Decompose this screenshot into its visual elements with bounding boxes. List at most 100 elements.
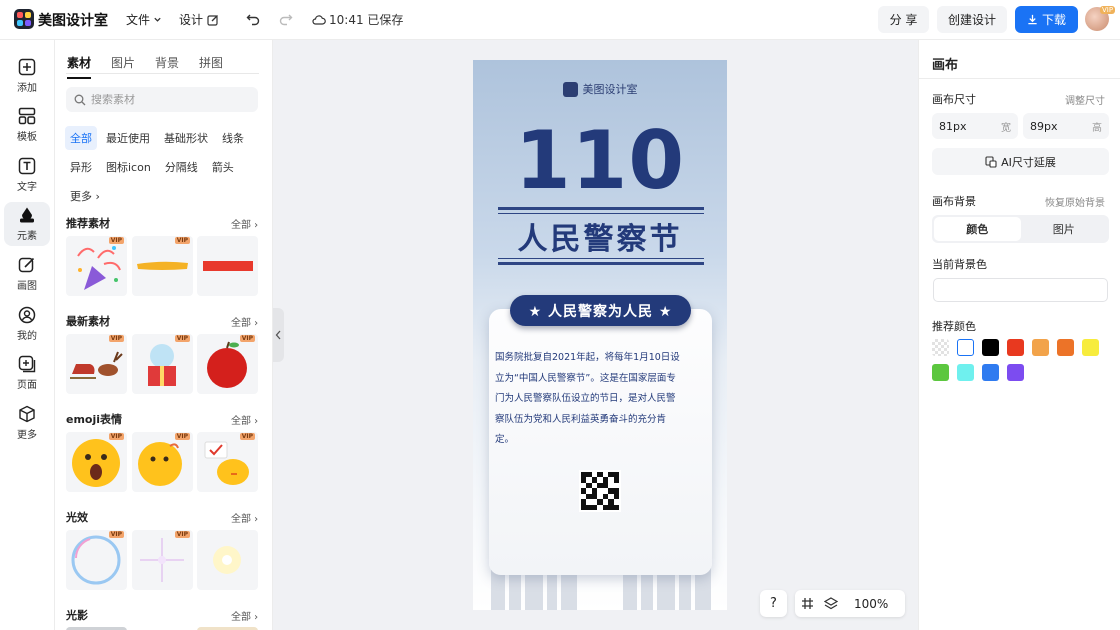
rail-item-add[interactable]: 添加 [4, 54, 50, 98]
swatch-transparent[interactable] [932, 339, 949, 356]
app-logo[interactable] [14, 9, 34, 29]
collapse-panel-button[interactable] [273, 308, 284, 362]
chip-lines[interactable]: 线条 [217, 126, 249, 150]
poster-rule-top [498, 207, 704, 210]
poster-canvas[interactable]: 美图设计室 110 人民警察节 ★ 人民警察为人民 ★ 国务院批复自2021年起… [473, 60, 727, 610]
redo-button[interactable] [276, 9, 296, 29]
rail-item-pages[interactable]: 页面 [4, 351, 50, 395]
asset-thumb-sparkle[interactable]: VIP [132, 530, 193, 590]
help-button[interactable]: ? [760, 590, 787, 617]
asset-thumb-thinking-emoji[interactable]: VIP [132, 432, 193, 492]
poster-body-text[interactable]: 国务院批复自2021年起，将每年1月10日设立为“中国人民警察节”。这是在国家层… [495, 348, 683, 451]
resize-link[interactable]: 调整尺寸 [1049, 92, 1105, 107]
section-see-all-link[interactable]: 全部 › [231, 608, 258, 623]
chip-basic-shapes[interactable]: 基础形状 [159, 126, 213, 150]
redo-icon [279, 14, 293, 26]
tab-materials[interactable]: 素材 [67, 54, 92, 79]
poster-title[interactable]: 人民警察节 [473, 214, 727, 258]
rail-item-elements[interactable]: 元素 [4, 202, 50, 246]
swatch-cyan[interactable] [957, 364, 974, 381]
tabs-divider [66, 73, 259, 74]
swatch-light-orange[interactable] [1032, 339, 1049, 356]
swatch-blue[interactable] [982, 364, 999, 381]
seg-image[interactable]: 图片 [1021, 217, 1108, 241]
ai-resize-icon [985, 155, 997, 168]
asset-thumb-scared-emoji[interactable]: VIP [66, 432, 127, 492]
swatch-white[interactable] [957, 339, 974, 356]
search-box[interactable] [66, 87, 258, 112]
share-button[interactable]: 分 享 [878, 6, 929, 33]
poster-brand[interactable]: 美图设计室 [473, 81, 727, 97]
section-see-all-link[interactable]: 全部 › [231, 412, 258, 427]
rail-item-more[interactable]: 更多 [4, 401, 50, 445]
asset-thumb-party-popper[interactable]: VIP [66, 236, 127, 296]
search-input[interactable] [91, 93, 251, 106]
height-field[interactable]: 89px 高 [1023, 113, 1109, 139]
vip-badge: VIP [108, 531, 124, 538]
section-see-all-link[interactable]: 全部 › [231, 314, 258, 329]
asset-thumb-glow[interactable] [197, 530, 258, 590]
tab-collage[interactable]: 拼图 [199, 54, 223, 79]
tab-backgrounds[interactable]: 背景 [155, 54, 179, 79]
swatch-green[interactable] [932, 364, 949, 381]
user-icon [18, 306, 36, 324]
thinking-emoji-image [138, 442, 182, 486]
app-name[interactable]: 美图设计室 [38, 10, 108, 30]
zoom-level[interactable]: 100% [854, 597, 888, 611]
asset-thumb-red-bar[interactable] [197, 236, 258, 296]
chip-icons[interactable]: 图标icon [101, 155, 156, 179]
section-see-all-link[interactable]: 全部 › [231, 510, 258, 525]
create-design-button[interactable]: 创建设计 [937, 6, 1007, 33]
asset-thumb-snow-globe-gift[interactable]: VIP [132, 334, 193, 394]
swatch-purple[interactable] [1007, 364, 1024, 381]
left-rail: 添加 模板 文字 元素 画图 我的 页面 更多 [0, 40, 55, 630]
ai-resize-button[interactable]: AI尺寸延展 [932, 148, 1109, 175]
rail-item-draw[interactable]: 画图 [4, 252, 50, 296]
poster-rule-bottom [498, 262, 704, 265]
layers-icon[interactable] [824, 597, 838, 610]
asset-thumb-bubble[interactable]: VIP [66, 530, 127, 590]
template-icon [18, 107, 36, 125]
width-field[interactable]: 81px 宽 [932, 113, 1018, 139]
asset-thumb-red-apple[interactable]: VIP [197, 334, 258, 394]
poster-slogan-pill[interactable]: ★ 人民警察为人民 ★ [510, 295, 691, 326]
swatch-red[interactable] [1007, 339, 1024, 356]
canvas-bg-label: 画布背景 [932, 195, 976, 208]
properties-panel: 画布 画布尺寸 调整尺寸 81px 宽 89px 高 AI尺寸延展 画布背景 恢… [918, 40, 1120, 630]
file-menu-label: 文件 [126, 13, 151, 27]
current-bg-color-swatch[interactable] [933, 278, 1108, 302]
chip-arrows[interactable]: 箭头 [207, 155, 239, 179]
restore-bg-link[interactable]: 恢复原始背景 [1037, 194, 1105, 209]
rail-label: 添加 [17, 83, 37, 94]
swatch-yellow[interactable] [1082, 339, 1099, 356]
grid-icon[interactable] [801, 597, 814, 610]
rail-label: 页面 [17, 380, 37, 391]
rail-item-mine[interactable]: 我的 [4, 302, 50, 346]
download-icon [1028, 14, 1037, 25]
download-button[interactable]: 下载 [1015, 6, 1078, 33]
asset-thumb-chick-emoji[interactable]: VIP [197, 432, 258, 492]
asset-thumb-brush-stroke[interactable]: VIP [132, 236, 193, 296]
chip-recent[interactable]: 最近使用 [101, 126, 155, 150]
asset-thumb-reindeer-sleigh[interactable]: VIP [66, 334, 127, 394]
recommended-colors-label: 推荐颜色 [932, 320, 976, 333]
tab-images[interactable]: 图片 [111, 54, 135, 79]
page-add-icon [18, 355, 36, 373]
chip-more[interactable]: 更多 › [65, 184, 105, 208]
file-menu[interactable]: 文件 [126, 11, 162, 28]
section-see-all-link[interactable]: 全部 › [231, 216, 258, 231]
swatch-orange[interactable] [1057, 339, 1074, 356]
undo-button[interactable] [243, 9, 263, 29]
chip-all[interactable]: 全部 [65, 126, 97, 150]
qr-code-image[interactable] [579, 470, 621, 512]
rail-item-templates[interactable]: 模板 [4, 103, 50, 147]
section-title-emoji: emoji表情 [66, 413, 123, 426]
chip-dividers[interactable]: 分隔线 [160, 155, 203, 179]
design-menu[interactable]: 设计 [179, 11, 219, 28]
see-all-label: 全部 [231, 318, 251, 329]
poster-number[interactable]: 110 [473, 116, 727, 206]
swatch-black[interactable] [982, 339, 999, 356]
seg-color[interactable]: 颜色 [934, 217, 1021, 241]
rail-item-text[interactable]: 文字 [4, 153, 50, 197]
chip-irregular[interactable]: 异形 [65, 155, 97, 179]
